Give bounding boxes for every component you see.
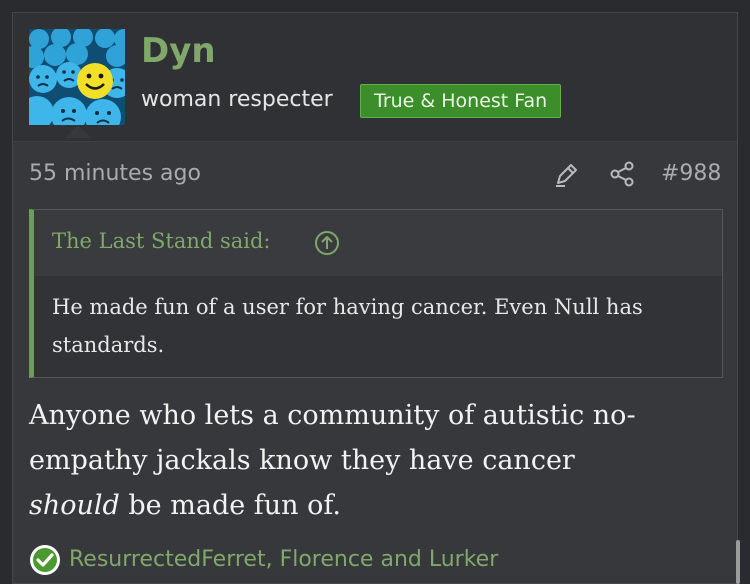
scrollbar[interactable] [736,540,740,584]
quote-text: He made fun of a user for having cancer.… [52,295,643,357]
username[interactable]: Dyn [141,31,216,71]
message-line-1: Anyone who lets a community of autistic … [29,400,636,431]
post-number-link[interactable]: #988 [661,161,721,186]
quote-header: The Last Stand said: [34,210,722,276]
reaction-users-link[interactable]: ResurrectedFerret, Florence and Lurker [69,547,498,572]
message-line-2: empathy jackals know they have cancer [29,445,575,476]
message-line-3: should be made fun of. [29,483,725,528]
avatar-image [29,29,125,125]
pencil-icon-glyph [556,164,577,187]
message-line-3-rest: be made fun of. [119,490,342,521]
message-emphasis: should [29,490,120,521]
user-header: Dyn woman respecter True & Honest Fan [13,13,737,142]
avatar[interactable] [29,29,125,125]
quote-author[interactable]: The Last Stand said: [52,229,271,253]
post-container: Dyn woman respecter True & Honest Fan 55… [12,12,738,584]
quote-body: He made fun of a user for having cancer.… [34,276,722,377]
post-meta: 55 minutes ago #988 [29,159,723,193]
quote-block: The Last Stand said: He made fun of a us… [29,209,723,378]
arrow-up-circle-icon[interactable] [314,230,340,256]
checkmark-circle-glyph [30,545,60,575]
share-icon-glyph [610,161,634,187]
pencil-icon[interactable] [552,159,582,189]
checkmark-circle-icon [29,544,61,576]
share-icon[interactable] [609,161,635,187]
post-timestamp[interactable]: 55 minutes ago [29,161,201,186]
user-badge: True & Honest Fan [360,84,562,118]
avatar-pointer [65,125,91,138]
user-title: woman respecter [141,87,333,112]
post-message: Anyone who lets a community of autistic … [29,393,725,528]
arrow-up-circle-glyph [315,231,339,255]
